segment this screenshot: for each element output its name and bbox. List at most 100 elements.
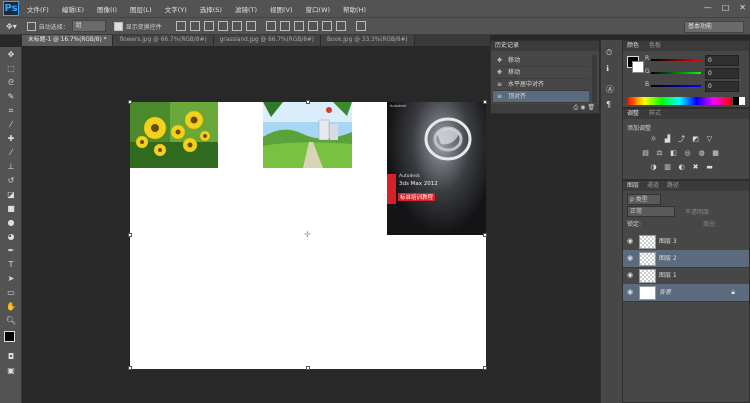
blue-slider[interactable]	[651, 85, 701, 87]
photo-filter-icon[interactable]: ◎	[683, 149, 692, 157]
path-select-tool-icon[interactable]: ➤	[4, 273, 18, 285]
minimize-button[interactable]: —	[704, 3, 712, 12]
transform-handle[interactable]	[306, 366, 310, 370]
align-vcenter-icon[interactable]	[189, 21, 200, 31]
screen-mode-icon[interactable]: ▣	[4, 365, 18, 377]
channel-mixer-icon[interactable]: ◍	[697, 149, 706, 157]
pen-tool-icon[interactable]: ✒	[4, 245, 18, 257]
history-item[interactable]: ✥ 移动	[493, 67, 589, 79]
flowers-image[interactable]	[130, 102, 218, 168]
foreground-color[interactable]	[4, 331, 15, 342]
history-item[interactable]: ≡ 水平居中对齐	[493, 79, 589, 91]
brightness-icon[interactable]: ☼	[649, 135, 658, 143]
healing-tool-icon[interactable]: ✚	[4, 133, 18, 145]
align-bottom-icon[interactable]	[203, 21, 214, 31]
exposure-icon[interactable]: ◩	[691, 135, 700, 143]
book-cover-image[interactable]: Autodesk Autodesk 3ds Max 2012 标准培训教程	[387, 102, 486, 235]
history-brush-tool-icon[interactable]: ↺	[4, 175, 18, 187]
layer-row-background[interactable]: ◉ 背景 🔒︎	[623, 284, 749, 302]
menu-filter[interactable]: 滤镜(T)	[235, 4, 257, 14]
layer-filter-dropdown[interactable]: ρ 类型	[627, 194, 661, 205]
blur-tool-icon[interactable]: ●	[4, 217, 18, 229]
close-button[interactable]: ✕	[739, 3, 746, 12]
grassland-image[interactable]	[263, 102, 352, 168]
align-right-icon[interactable]	[245, 21, 256, 31]
green-slider[interactable]	[651, 72, 701, 74]
hue-saturation-icon[interactable]: ▤	[641, 149, 650, 157]
align-top-icon[interactable]	[175, 21, 186, 31]
tab-swatches[interactable]: 色板	[649, 42, 661, 49]
transform-handle[interactable]	[128, 233, 132, 237]
distribute-hcenter-icon[interactable]	[321, 21, 332, 31]
distribute-vcenter-icon[interactable]	[279, 21, 290, 31]
quick-mask-icon[interactable]: ◘	[4, 351, 18, 363]
trash-icon[interactable]: 🗑︎	[587, 104, 595, 111]
dodge-tool-icon[interactable]: ◕	[4, 231, 18, 243]
menu-edit[interactable]: 编辑(E)	[62, 4, 84, 14]
menu-file[interactable]: 文件(F)	[27, 4, 49, 14]
invert-icon[interactable]: ◑	[649, 163, 658, 171]
tab-paths[interactable]: 路径	[667, 182, 679, 189]
distribute-top-icon[interactable]	[265, 21, 276, 31]
eraser-tool-icon[interactable]: ◪	[4, 189, 18, 201]
eyedropper-tool-icon[interactable]: ⁄	[4, 119, 18, 131]
blend-mode-dropdown[interactable]: 正常	[627, 206, 675, 217]
marquee-tool-icon[interactable]: ⬚	[4, 63, 18, 75]
menu-window[interactable]: 窗口(W)	[306, 4, 331, 14]
move-tool-icon[interactable]: ✥	[4, 49, 18, 61]
hand-tool-icon[interactable]: ✋	[4, 301, 18, 313]
color-balance-icon[interactable]: ⚖	[655, 149, 664, 157]
auto-align-icon[interactable]	[355, 21, 366, 31]
menu-view[interactable]: 视图(V)	[270, 4, 293, 14]
workspace-dropdown[interactable]: 基本功能	[684, 21, 744, 33]
visibility-eye-icon[interactable]: ◉	[627, 237, 635, 245]
distribute-left-icon[interactable]	[307, 21, 318, 31]
gradient-map-icon[interactable]: ▬	[705, 163, 714, 171]
tab-adjustments[interactable]: 调整	[627, 110, 639, 117]
transform-handle[interactable]	[483, 366, 487, 370]
history-item[interactable]: ✥ 移动	[493, 55, 589, 67]
tab-grassland[interactable]: grassland.jpg @ 66.7%(RGB/8#)	[213, 35, 322, 46]
color-swatches[interactable]	[4, 331, 20, 347]
transform-handle[interactable]	[483, 100, 487, 104]
red-slider[interactable]	[651, 59, 701, 61]
background-swatch[interactable]	[632, 61, 644, 73]
crop-tool-icon[interactable]: ⌗	[4, 105, 18, 117]
auto-select-dropdown[interactable]: 组	[71, 20, 106, 32]
show-transform-checkbox[interactable]	[113, 21, 123, 31]
layer-row[interactable]: ◉ 图层 1	[623, 267, 749, 285]
tab-channels[interactable]: 通道	[647, 182, 659, 189]
transform-handle[interactable]	[483, 233, 487, 237]
vibrance-icon[interactable]: ▽	[705, 135, 714, 143]
levels-icon[interactable]: ▟	[663, 135, 672, 143]
zoom-tool-icon[interactable]: 🔍︎	[4, 315, 18, 327]
selective-color-icon[interactable]: ✖	[691, 163, 700, 171]
stamp-tool-icon[interactable]: ⊥	[4, 161, 18, 173]
lasso-tool-icon[interactable]: ᘓ	[4, 77, 18, 89]
black-white-icon[interactable]: ◧	[669, 149, 678, 157]
tab-layers[interactable]: 图层	[627, 182, 639, 189]
transform-handle[interactable]	[128, 100, 132, 104]
tab-untitled[interactable]: 未标题-1 @ 16.7%(RGB/8) *	[22, 35, 114, 46]
brush-tool-icon[interactable]: ⁄	[4, 147, 18, 159]
history-scrollbar[interactable]	[592, 55, 597, 103]
quick-select-tool-icon[interactable]: ✎	[4, 91, 18, 103]
transform-handle[interactable]	[128, 366, 132, 370]
posterize-icon[interactable]: ▥	[663, 163, 672, 171]
info-icon[interactable]: Ⓐ	[606, 84, 614, 95]
paragraph-icon[interactable]: ¶	[606, 100, 611, 109]
transform-handle[interactable]	[306, 100, 310, 104]
black-white-chips[interactable]	[733, 97, 745, 105]
layer-row-selected[interactable]: ◉ 图层 2	[623, 250, 749, 268]
document-canvas[interactable]: Autodesk Autodesk 3ds Max 2012 标准培训教程 ✛	[128, 100, 487, 370]
snapshot-icon[interactable]: ⎙	[573, 104, 578, 111]
auto-select-checkbox[interactable]	[26, 21, 36, 31]
shape-tool-icon[interactable]: ▭	[4, 287, 18, 299]
tab-styles[interactable]: 样式	[649, 110, 661, 117]
move-tool-preset-icon[interactable]: ✥▾	[6, 22, 17, 31]
menu-select[interactable]: 选择(S)	[200, 4, 222, 14]
color-spectrum-bar[interactable]	[627, 97, 731, 105]
color-lookup-icon[interactable]: ▦	[711, 149, 720, 157]
layer-row[interactable]: ◉ 图层 3	[623, 233, 749, 251]
curves-icon[interactable]: ⤴	[677, 135, 686, 143]
